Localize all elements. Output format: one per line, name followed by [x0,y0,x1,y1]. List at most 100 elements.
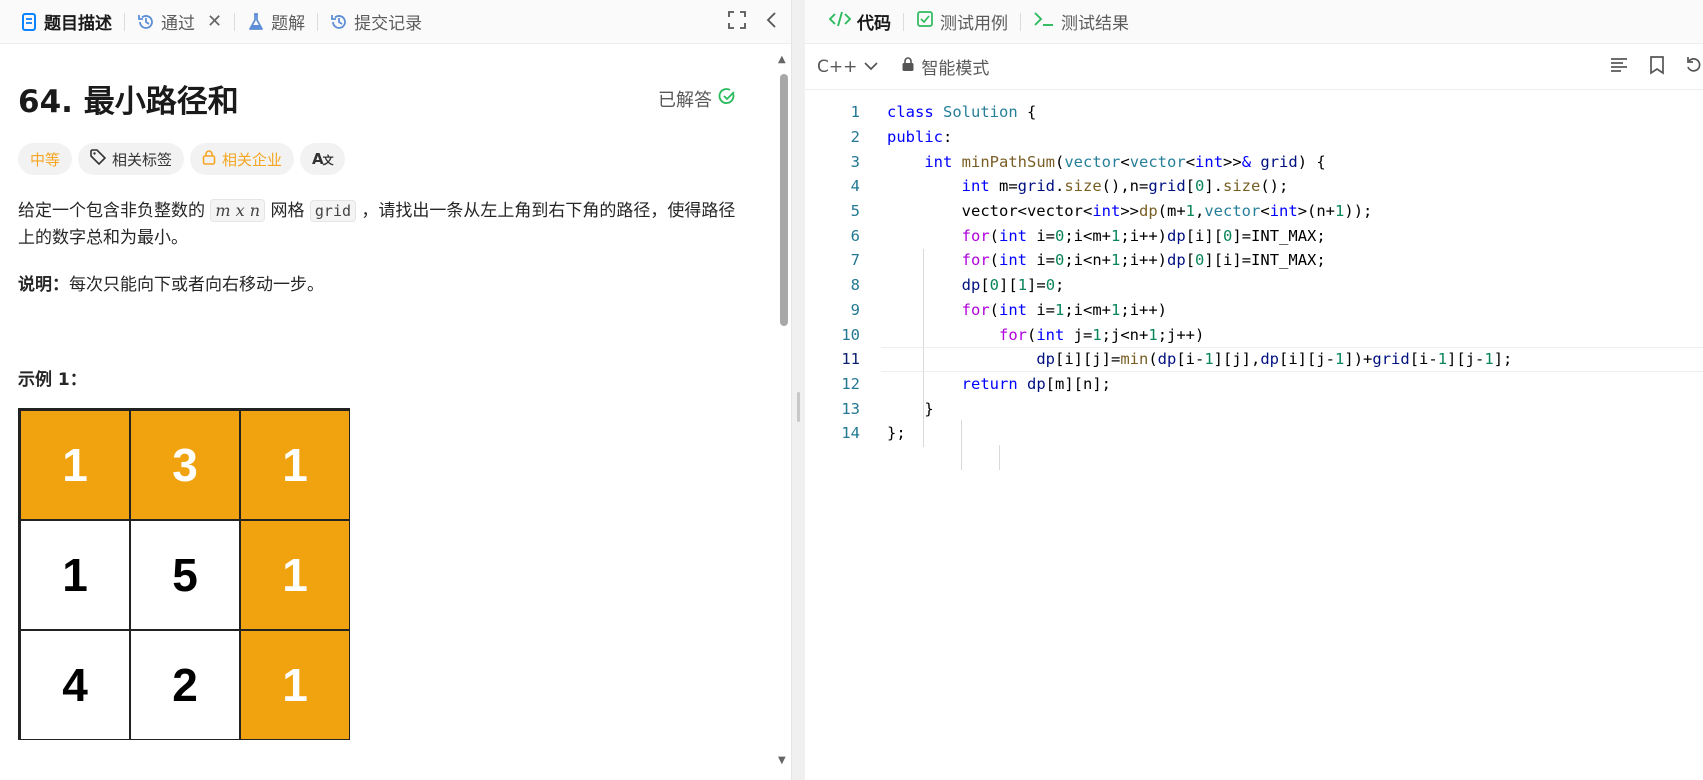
code-editor[interactable]: 1 class Solution { 2 public: 3 int minPath… [805,90,1703,470]
code-panel: 代码 测试用例 测试结果 C++ 智能模式 1 class Solution {… [805,0,1703,780]
mode-toggle[interactable]: 智能模式 [901,54,989,79]
line-number: 4 [850,177,860,196]
line-number: 7 [850,251,860,270]
code-line: 5 vector<vector<int>>dp(m+1,vector<int>(… [805,199,1703,224]
language-select[interactable]: C++ [817,57,879,77]
tab-submissions[interactable]: 提交记录 [322,0,430,44]
tab-accepted[interactable]: 通过 ✕ [129,0,230,44]
grid-cell: 1 [240,410,350,520]
desc-math: m x n [210,199,266,222]
mode-label: 智能模式 [921,59,990,79]
lock-icon [202,149,216,169]
tab-label: 代码 [857,14,891,34]
flask-icon [247,12,265,31]
example-grid: 1 3 1 1 5 1 4 2 1 [18,408,350,740]
problem-tabs: 题目描述 通过 ✕ 题解 提交记录 [0,0,791,44]
document-icon [20,12,38,31]
difficulty-badge[interactable]: 中等 [18,143,73,175]
grid-cell: 1 [240,630,350,740]
tab-label: 测试用例 [940,14,1008,34]
tab-label: 测试结果 [1061,14,1129,34]
grid-cell: 3 [130,410,240,520]
code-line: 2 public: [805,125,1703,150]
editor-tools [1609,44,1703,90]
tab-label: 通过 [161,14,195,34]
code-line: 6 for(int i=0;i<m+1;i++)dp[i][0]=INT_MAX… [805,223,1703,248]
line-number: 14 [841,424,860,443]
history-icon [330,13,348,31]
scroll-up-icon[interactable]: ▲ [778,54,786,65]
title-row: 64. 最小路径和 已解答 [18,76,760,121]
language-label: C++ [817,56,858,77]
line-number: 10 [841,325,860,344]
tab-testcases[interactable]: 测试用例 [908,9,1016,34]
companies-label: 相关企业 [222,150,283,169]
close-icon[interactable]: ✕ [207,11,222,32]
desc-text: 给定一个包含非负整数的 [18,201,211,221]
tag-row: 中等 相关标签 相关企业 A文 [18,143,760,175]
code-line: 14}; [805,421,1703,446]
fullscreen-icon[interactable] [727,10,747,34]
code-line: 7 for(int i=0;i<n+1;i++)dp[0][i]=INT_MAX… [805,248,1703,273]
grid-cell: 4 [20,630,130,740]
editor-toolbar: C++ 智能模式 [805,44,1703,90]
panel-tools [727,0,779,44]
check-circle-icon [718,87,736,110]
grid-cell: 2 [130,630,240,740]
chevron-down-icon [863,57,879,77]
tab-separator [124,12,125,31]
indent-guide [999,445,1000,470]
line-number: 11 [841,350,860,369]
problem-note: 说明：每次只能向下或者向右移动一步。 [18,270,760,295]
grid-cell: 1 [20,410,130,520]
tab-code[interactable]: 代码 [821,9,899,34]
translate-button[interactable]: A文 [300,143,345,175]
line-number: 6 [850,226,860,245]
scroll-thumb[interactable] [780,74,788,326]
grid-cell: 1 [20,520,130,630]
divider-grip[interactable] [797,392,800,422]
history-icon [137,13,155,31]
code-line: 4 int m=grid.size(),n=grid[0].size(); [805,174,1703,199]
grid-cell: 5 [130,520,240,630]
tab-results[interactable]: 测试结果 [1025,9,1137,34]
line-number: 13 [841,399,860,418]
topics-tag[interactable]: 相关标签 [78,143,185,175]
note-label: 说明： [18,275,69,295]
tab-separator [903,12,904,31]
code-line: 12 return dp[m][n]; [805,372,1703,397]
line-number: 8 [850,276,860,295]
companies-tag[interactable]: 相关企业 [190,143,295,175]
tab-label: 提交记录 [354,14,423,34]
example-title: 示例 1： [18,370,87,390]
problem-content: 64. 最小路径和 已解答 中等 相关标签 相关企业 A文 给定一个包含非负整数… [0,44,778,780]
tab-separator [317,12,319,31]
collapse-icon[interactable] [765,10,779,34]
code-line: 13 } [805,396,1703,421]
code-line: 9 for(int i=1;i<m+1;i++) [805,298,1703,323]
bookmark-icon[interactable] [1649,55,1665,79]
code-line: 3 int minPathSum(vector<vector<int>>& gr… [805,149,1703,174]
topics-label: 相关标签 [112,150,173,169]
line-number: 3 [850,152,860,171]
code-line: 10 for(int j=1;j<n+1;j++) [805,322,1703,347]
reset-icon[interactable] [1685,56,1703,78]
scroll-down-icon[interactable]: ▼ [778,755,786,766]
desc-code: grid [309,200,357,222]
line-number: 5 [850,202,860,221]
problem-panel: 题目描述 通过 ✕ 题解 提交记录 64. 最小路径和 已解答 中等 相关标签 … [0,0,792,780]
code-tabs: 代码 测试用例 测试结果 [805,0,1703,44]
scrollbar[interactable]: ▲ ▼ [778,54,790,766]
tab-description[interactable]: 题目描述 [12,0,120,44]
line-number: 9 [850,300,860,319]
code-icon [828,10,852,33]
tab-solutions[interactable]: 题解 [239,0,313,44]
panel-divider[interactable] [794,0,804,780]
format-icon[interactable] [1609,56,1629,78]
desc-text: 网格 [265,201,310,221]
tab-label: 题解 [271,14,306,34]
solved-label: 已解答 [658,89,712,111]
problem-description: 给定一个包含非负整数的 m x n 网格 grid ，请找出一条从左上角到右下角… [18,197,738,252]
translate-icon: A文 [312,150,334,168]
note-text: 每次只能向下或者向右移动一步。 [69,275,324,295]
